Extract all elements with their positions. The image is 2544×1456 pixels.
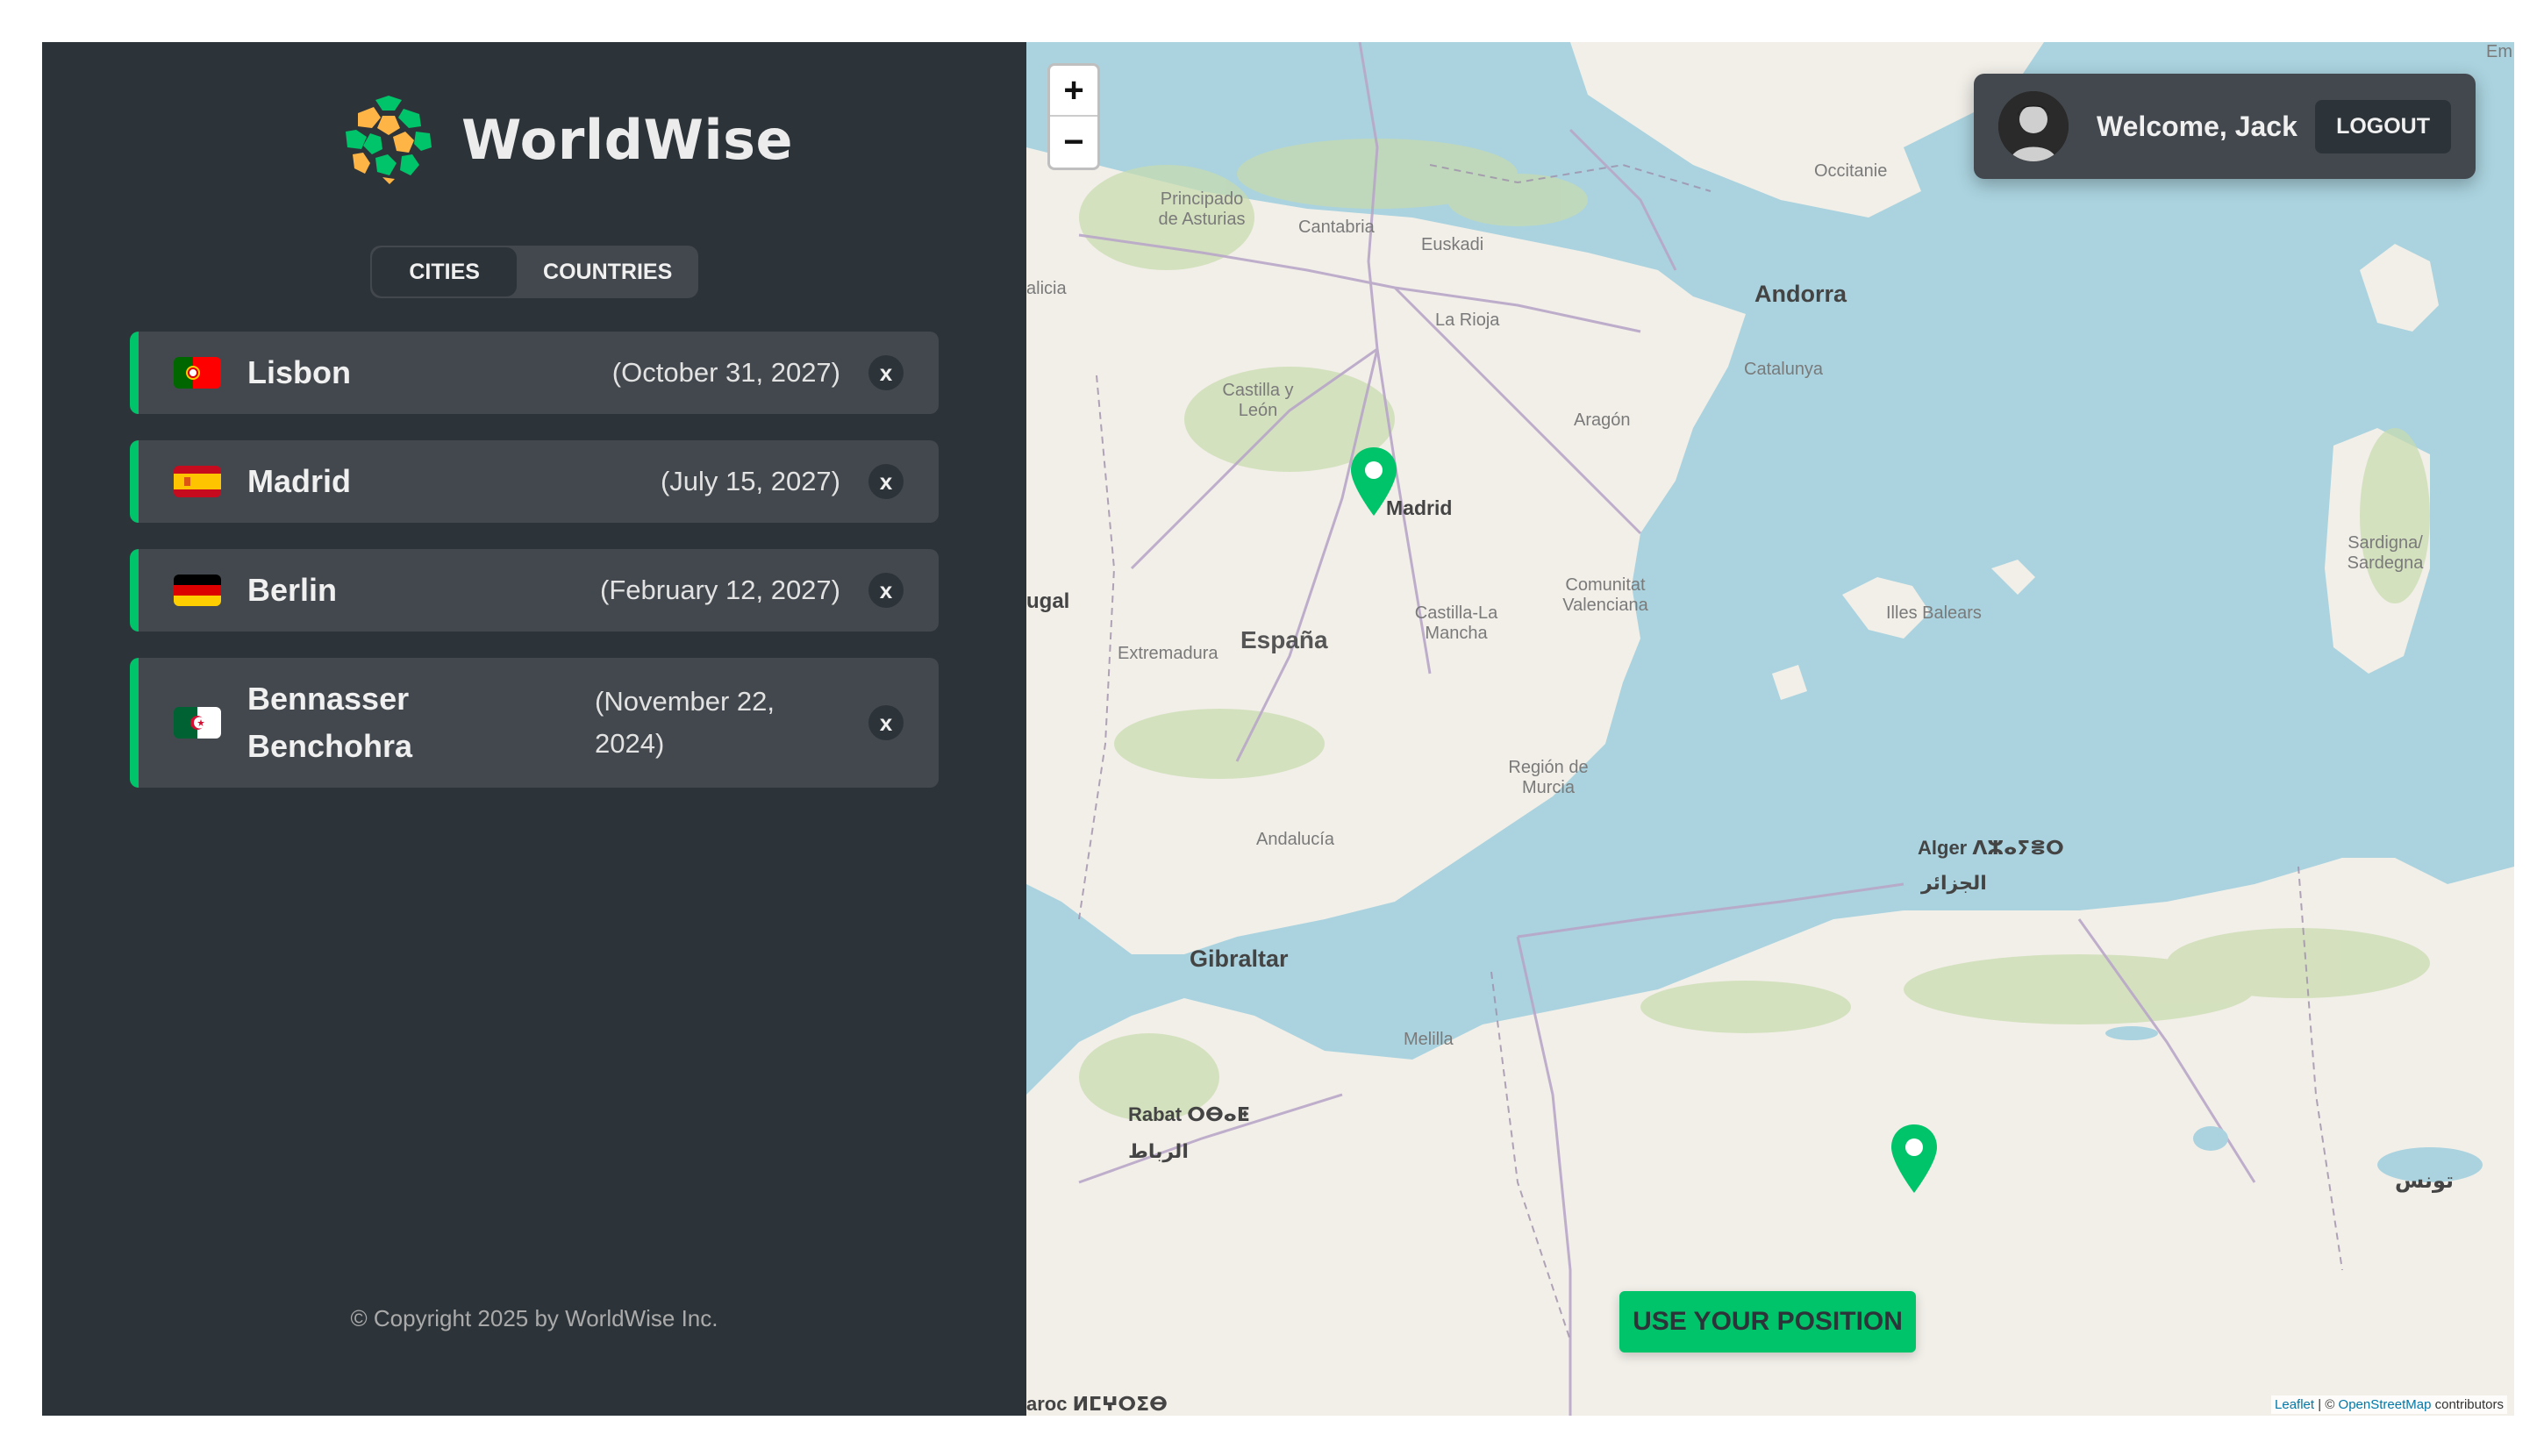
map-marker-icon[interactable] (1349, 446, 1398, 519)
city-name: Madrid (247, 463, 352, 499)
city-date: (October 31, 2027) (611, 357, 840, 388)
portugal-flag-icon (174, 357, 221, 389)
city-date: (July 15, 2027) (660, 466, 840, 496)
map-label-maroc: aroc ⵍⵎⵖⵔⵉⴱ (1026, 1393, 1168, 1415)
map-label-andorra: Andorra (1754, 281, 1847, 307)
map-label-sardegna: Sardigna/ Sardegna (2347, 533, 2424, 573)
map-label-rabat: Rabat ⵔⴱⴰⵟ (1128, 1103, 1250, 1125)
list-item[interactable]: Madrid (July 15, 2027) x (130, 440, 939, 523)
globe-logo-icon (342, 93, 435, 186)
map-label-rabat-ar: الرباط (1128, 1140, 1189, 1162)
welcome-text: Welcome, Jack (2097, 110, 2297, 142)
city-name: Bennasser Benchohra (247, 681, 413, 764)
map-label-extremadura: Extremadura (1118, 644, 1218, 663)
spain-flag-icon (174, 466, 221, 497)
list-item[interactable]: Lisbon (October 31, 2027) x (130, 332, 939, 414)
map-label-valenciana: Comunitat Valenciana (1562, 575, 1648, 615)
city-name: Berlin (247, 572, 338, 608)
map-label-illes-balears: Illes Balears (1886, 603, 1982, 623)
map[interactable]: Andorra Madrid España Gibraltar Alger ⴷⵣ… (1026, 42, 2514, 1416)
map-label-portugal: ugal (1026, 589, 1070, 613)
algeria-flag-icon (174, 707, 221, 739)
tab-bar: CITIES COUNTRIES (370, 246, 698, 298)
delete-button[interactable]: x (868, 464, 904, 499)
brand-name: WorldWise (461, 107, 794, 172)
city-name: Lisbon (247, 354, 351, 390)
use-position-button[interactable]: USE YOUR POSITION (1619, 1291, 1916, 1353)
map-label-melilla: Melilla (1404, 1030, 1454, 1049)
map-label-andalucia: Andalucía (1256, 830, 1334, 849)
leaflet-link[interactable]: Leaflet (2275, 1397, 2314, 1412)
map-label-espana: España (1240, 626, 1328, 653)
tab-countries[interactable]: COUNTRIES (517, 246, 698, 298)
map-label-murcia: Región de Murcia (1508, 758, 1589, 797)
logout-button[interactable]: LOGOUT (2315, 99, 2451, 153)
city-date: (November 22, 2024) (595, 686, 775, 759)
map-label-tunis-ar: تونس (2395, 1169, 2454, 1193)
sidebar: WorldWise CITIES COUNTRIES Lisbon (Octob… (42, 42, 1026, 1416)
map-label-occitanie: Occitanie (1814, 161, 1888, 181)
list-item[interactable]: Bennasser Benchohra (November 22, 2024) … (130, 658, 939, 788)
map-label-catalunya: Catalunya (1744, 360, 1824, 379)
map-label-em: Em (2486, 42, 2512, 61)
map-label-galicia: alicia (1026, 279, 1067, 298)
map-marker-icon[interactable] (1890, 1123, 1939, 1196)
zoom-control: + − (1047, 63, 1100, 170)
map-label-la-rioja: La Rioja (1435, 310, 1500, 330)
osm-link[interactable]: OpenStreetMap (2339, 1397, 2432, 1412)
tab-cities[interactable]: CITIES (372, 247, 518, 296)
map-label-asturias: Principado de Asturias (1158, 189, 1246, 229)
germany-flag-icon (174, 575, 221, 606)
zoom-out-button[interactable]: − (1050, 117, 1097, 168)
map-label-castilla-leon: Castilla y León (1222, 381, 1294, 420)
user-panel: Welcome, Jack LOGOUT (1974, 74, 2476, 179)
city-date: (February 12, 2027) (600, 575, 840, 605)
map-label-euskadi: Euskadi (1421, 235, 1484, 254)
attribution-separator: | © (2318, 1397, 2335, 1412)
list-item[interactable]: Berlin (February 12, 2027) x (130, 549, 939, 632)
map-label-alger: Alger ⴷⵣⴰⵢⴻⵔ (1918, 837, 2064, 859)
avatar (1998, 91, 2069, 161)
delete-button[interactable]: x (868, 705, 904, 740)
map-label-castilla-mancha: Castilla-La Mancha (1414, 603, 1498, 643)
city-list: Lisbon (October 31, 2027) x Madrid (July… (130, 332, 939, 814)
map-label-alger-ar: الجزائر (1921, 872, 1987, 894)
copyright: © Copyright 2025 by WorldWise Inc. (350, 1305, 718, 1331)
zoom-in-button[interactable]: + (1050, 66, 1097, 117)
logo[interactable]: WorldWise (340, 91, 793, 188)
map-attribution: Leaflet | © OpenStreetMap contributors (2271, 1395, 2507, 1414)
map-label-cantabria: Cantabria (1298, 218, 1375, 237)
app: WorldWise CITIES COUNTRIES Lisbon (Octob… (42, 42, 2514, 1416)
map-label-gibraltar: Gibraltar (1190, 946, 1289, 972)
delete-button[interactable]: x (868, 573, 904, 608)
attribution-suffix: contributors (2434, 1397, 2504, 1412)
delete-button[interactable]: x (868, 355, 904, 390)
map-tiles (1026, 42, 2514, 1416)
map-label-aragon: Aragón (1574, 410, 1631, 430)
